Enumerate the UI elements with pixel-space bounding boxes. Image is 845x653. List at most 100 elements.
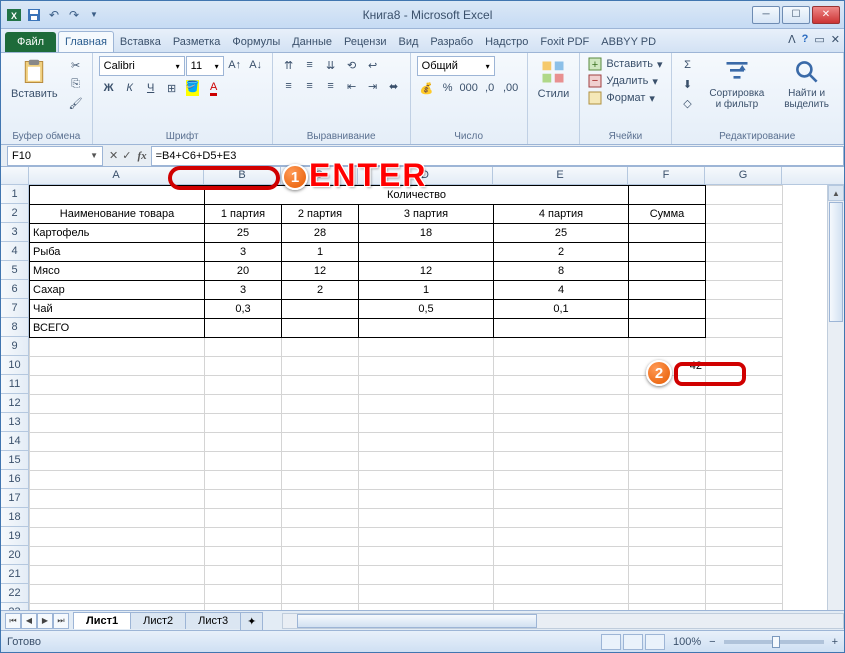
save-icon[interactable] (25, 6, 43, 24)
tab-addins[interactable]: Надстро (479, 32, 534, 52)
tab-layout[interactable]: Разметка (167, 32, 227, 52)
formula-input[interactable]: =B4+C6+D5+E3 (151, 146, 844, 166)
scroll-thumb[interactable] (829, 202, 843, 322)
number-format-combo[interactable]: Общий▾ (417, 56, 495, 76)
sheet-tab-1[interactable]: Лист1 (73, 612, 131, 629)
row-header-4[interactable]: 4 (1, 242, 29, 261)
font-size-combo[interactable]: 11 ▾ (186, 56, 224, 76)
font-name-combo[interactable]: Calibri ▾ (99, 56, 185, 76)
row-header-12[interactable]: 12 (1, 394, 29, 413)
view-normal-icon[interactable] (601, 634, 621, 650)
file-tab[interactable]: Файл (5, 32, 56, 52)
qat-dropdown-icon[interactable]: ▼ (85, 6, 103, 24)
fill-icon[interactable]: ⬇ (678, 75, 698, 93)
close-button[interactable]: ✕ (812, 6, 840, 24)
sheet-tab-3[interactable]: Лист3 (185, 612, 241, 629)
row-header-8[interactable]: 8 (1, 318, 29, 337)
ribbon-minimize-icon[interactable]: ᐱ (788, 33, 796, 46)
wrap-text-icon[interactable]: ↩ (363, 56, 383, 74)
dec-decimal-icon[interactable]: ,00 (501, 79, 521, 97)
tab-review[interactable]: Рецензи (338, 32, 393, 52)
cells[interactable]: КоличествоНаименование товара1 партия2 п… (29, 185, 783, 610)
cells-delete[interactable]: −Удалить ▾ (586, 73, 660, 89)
bold-icon[interactable]: Ж (99, 79, 119, 97)
align-left-icon[interactable]: ≡ (279, 77, 299, 95)
tab-home[interactable]: Главная (58, 31, 114, 52)
row-header-10[interactable]: 10 (1, 356, 29, 375)
enter-formula-icon[interactable]: ✓ (122, 149, 131, 162)
find-select-button[interactable]: Найти и выделить (776, 56, 837, 112)
zoom-out-icon[interactable]: − (709, 636, 715, 648)
cells-insert[interactable]: +Вставить ▾ (586, 56, 664, 72)
inc-decimal-icon[interactable]: ,0 (480, 79, 500, 97)
row-header-17[interactable]: 17 (1, 489, 29, 508)
minimize-button[interactable]: ─ (752, 6, 780, 24)
col-header-A[interactable]: A (29, 167, 204, 184)
tab-formulas[interactable]: Формулы (226, 32, 286, 52)
paste-button[interactable]: Вставить (7, 56, 62, 102)
row-header-3[interactable]: 3 (1, 223, 29, 242)
row-header-20[interactable]: 20 (1, 546, 29, 565)
sheet-tab-2[interactable]: Лист2 (130, 612, 186, 629)
copy-icon[interactable]: ⎘ (66, 75, 86, 93)
align-middle-icon[interactable]: ≡ (300, 56, 320, 74)
merge-icon[interactable]: ⬌ (384, 77, 404, 95)
indent-inc-icon[interactable]: ⇥ (363, 77, 383, 95)
border-icon[interactable]: ⊞ (162, 79, 182, 97)
name-box[interactable]: F10 ▼ (7, 146, 103, 166)
percent-icon[interactable]: % (438, 79, 458, 97)
row-header-11[interactable]: 11 (1, 375, 29, 394)
row-header-21[interactable]: 21 (1, 565, 29, 584)
fill-color-icon[interactable]: 🪣 (183, 79, 203, 97)
row-header-5[interactable]: 5 (1, 261, 29, 280)
row-header-13[interactable]: 13 (1, 413, 29, 432)
align-right-icon[interactable]: ≡ (321, 77, 341, 95)
cut-icon[interactable]: ✂ (66, 56, 86, 74)
window-restore-icon[interactable]: ▭ (814, 33, 824, 46)
vertical-scrollbar[interactable]: ▲ (827, 185, 844, 610)
tab-foxit[interactable]: Foxit PDF (534, 32, 595, 52)
help-icon[interactable]: ? (802, 33, 809, 46)
underline-icon[interactable]: Ч (141, 79, 161, 97)
horizontal-scrollbar[interactable] (282, 613, 844, 629)
row-header-18[interactable]: 18 (1, 508, 29, 527)
styles-button[interactable]: Стили (534, 56, 574, 102)
row-header-7[interactable]: 7 (1, 299, 29, 318)
align-top-icon[interactable]: ⇈ (279, 56, 299, 74)
tab-developer[interactable]: Разрабо (424, 32, 479, 52)
scroll-up-icon[interactable]: ▲ (828, 185, 844, 201)
sort-filter-button[interactable]: Сортировка и фильтр (702, 56, 773, 112)
row-header-19[interactable]: 19 (1, 527, 29, 546)
clear-icon[interactable]: ◇ (678, 94, 698, 112)
maximize-button[interactable]: ☐ (782, 6, 810, 24)
grow-font-icon[interactable]: A↑ (225, 56, 245, 74)
select-all-corner[interactable] (1, 167, 29, 184)
indent-dec-icon[interactable]: ⇤ (342, 77, 362, 95)
autosum-icon[interactable]: Σ (678, 56, 698, 74)
window-close-icon[interactable]: ✕ (831, 33, 840, 46)
row-header-15[interactable]: 15 (1, 451, 29, 470)
tab-nav-next-icon[interactable]: ▶ (37, 613, 53, 629)
tab-abbyy[interactable]: ABBYY PD (595, 32, 662, 52)
align-center-icon[interactable]: ≡ (300, 77, 320, 95)
col-header-F[interactable]: F (628, 167, 705, 184)
font-color-icon[interactable]: A (204, 79, 224, 97)
tab-nav-last-icon[interactable]: ⏭ (53, 613, 69, 629)
comma-icon[interactable]: 000 (459, 79, 479, 97)
col-header-G[interactable]: G (705, 167, 782, 184)
cells-format[interactable]: Формат ▾ (586, 90, 657, 106)
orientation-icon[interactable]: ⟲ (342, 56, 362, 74)
tab-nav-prev-icon[interactable]: ◀ (21, 613, 37, 629)
row-header-16[interactable]: 16 (1, 470, 29, 489)
view-layout-icon[interactable] (623, 634, 643, 650)
row-header-23[interactable]: 23 (1, 603, 29, 610)
row-header-9[interactable]: 9 (1, 337, 29, 356)
row-header-14[interactable]: 14 (1, 432, 29, 451)
tab-nav-first-icon[interactable]: ⏮ (5, 613, 21, 629)
tab-data[interactable]: Данные (286, 32, 338, 52)
redo-icon[interactable]: ↷ (65, 6, 83, 24)
row-header-6[interactable]: 6 (1, 280, 29, 299)
tab-insert[interactable]: Вставка (114, 32, 167, 52)
row-header-2[interactable]: 2 (1, 204, 29, 223)
name-box-dropdown-icon[interactable]: ▼ (90, 151, 98, 160)
